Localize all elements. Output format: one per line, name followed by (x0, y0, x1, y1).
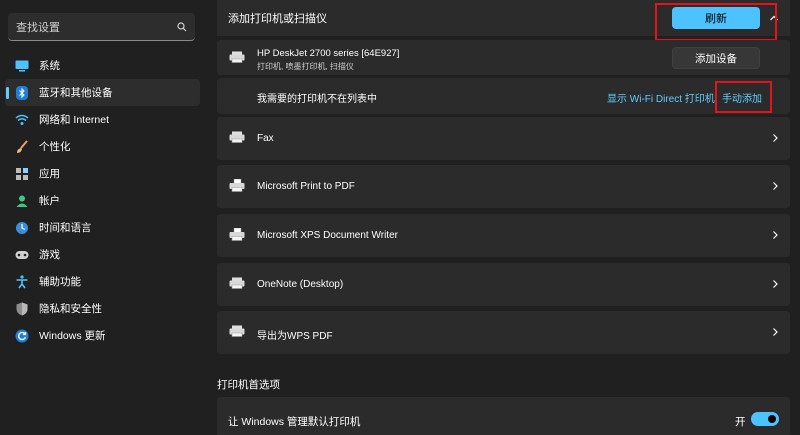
sidebar-item-label: 时间和语言 (39, 222, 92, 234)
device-name: HP DeskJet 2700 series [64E927] (257, 48, 400, 59)
globe-clock-icon (15, 221, 29, 235)
shield-icon (15, 302, 29, 316)
accessibility-icon (15, 274, 29, 289)
chevron-right-icon (769, 278, 781, 293)
sidebar-item-gaming[interactable]: 游戏 (5, 241, 200, 268)
xps-printer-icon (229, 227, 245, 244)
printer-icon (229, 325, 245, 340)
toggle-knob (768, 415, 776, 423)
sidebar-item-accessibility[interactable]: 辅助功能 (5, 268, 200, 295)
printer-row-fax[interactable]: Fax (217, 117, 790, 160)
add-printer-title: 添加打印机或扫描仪 (228, 13, 327, 25)
printer-name: Fax (257, 133, 274, 144)
printer-name: OneNote (Desktop) (257, 279, 344, 290)
device-type: 打印机, 喷墨打印机, 扫描仪 (257, 62, 354, 71)
sidebar-item-label: 个性化 (39, 141, 71, 153)
sidebar-item-system[interactable]: 系统 (5, 52, 200, 79)
sidebar-item-windows-update[interactable]: Windows 更新 (5, 322, 200, 349)
chevron-right-icon (769, 326, 781, 341)
sidebar-item-label: 游戏 (39, 249, 60, 261)
sidebar-item-privacy[interactable]: 隐私和安全性 (5, 295, 200, 322)
chevron-right-icon (769, 180, 781, 195)
printer-row-ms-print-to-pdf[interactable]: Microsoft Print to PDF (217, 165, 790, 208)
sidebar-item-label: 系统 (39, 60, 60, 72)
account-icon (15, 194, 29, 208)
search-input[interactable]: 查找设置 (16, 19, 177, 35)
sidebar-item-network[interactable]: 网络和 Internet (5, 106, 200, 133)
update-icon (15, 329, 29, 343)
sidebar-item-time-language[interactable]: 时间和语言 (5, 214, 200, 241)
search-box[interactable]: 查找设置 (8, 13, 195, 41)
printer-icon (229, 277, 245, 292)
printer-row-xps-writer[interactable]: Microsoft XPS Document Writer (217, 214, 790, 257)
wifi-icon (15, 113, 29, 127)
brush-icon (15, 139, 29, 154)
missing-printer-text: 我需要的打印机不在列表中 (257, 94, 377, 105)
toggle-state-label: 开 (735, 416, 746, 428)
pdf-printer-icon (229, 178, 245, 195)
found-device-row: HP DeskJet 2700 series [64E927] 打印机, 喷墨打… (217, 40, 790, 75)
sidebar-item-apps[interactable]: 应用 (5, 160, 200, 187)
sidebar-item-label: 帐户 (39, 195, 60, 207)
highlight-box-refresh (655, 3, 777, 41)
chevron-right-icon (769, 132, 781, 147)
default-printer-label: 让 Windows 管理默认打印机 (228, 416, 361, 428)
missing-printer-row: 我需要的打印机不在列表中 显示 Wi-Fi Direct 打印机 手动添加 (217, 78, 790, 114)
highlight-box-manual-add (715, 81, 772, 113)
sidebar-item-label: Windows 更新 (39, 330, 106, 342)
printer-preferences-heading: 打印机首选项 (217, 379, 280, 391)
sidebar-item-personalization[interactable]: 个性化 (5, 133, 200, 160)
wifi-direct-link[interactable]: 显示 Wi-Fi Direct 打印机 (607, 90, 715, 105)
search-icon[interactable] (177, 21, 187, 32)
printer-name: 导出为WPS PDF (257, 331, 333, 342)
sidebar-nav: 系统 蓝牙和其他设备 网络和 Internet 个性化 应用 帐户 时间和语言 … (5, 52, 200, 349)
sidebar-item-label: 应用 (39, 168, 60, 180)
default-printer-toggle[interactable] (751, 412, 779, 426)
sidebar-item-label: 网络和 Internet (39, 114, 110, 126)
chevron-right-icon (769, 229, 781, 244)
sidebar-item-accounts[interactable]: 帐户 (5, 187, 200, 214)
sidebar: 查找设置 系统 蓝牙和其他设备 网络和 Internet 个性化 应用 帐户 时… (0, 0, 205, 435)
add-device-button[interactable]: 添加设备 (672, 47, 760, 69)
sidebar-item-bluetooth[interactable]: 蓝牙和其他设备 (5, 79, 200, 106)
monitor-icon (15, 59, 29, 73)
printer-name: Microsoft XPS Document Writer (257, 230, 398, 241)
sidebar-item-label: 辅助功能 (39, 276, 81, 288)
sidebar-item-label: 隐私和安全性 (39, 303, 102, 315)
printer-row-onenote[interactable]: OneNote (Desktop) (217, 263, 790, 306)
printer-name: Microsoft Print to PDF (257, 181, 355, 192)
sidebar-item-label: 蓝牙和其他设备 (39, 87, 113, 99)
printer-icon (229, 51, 245, 66)
bluetooth-icon (15, 85, 29, 100)
printer-row-wps-pdf[interactable]: 导出为WPS PDF (217, 311, 790, 354)
apps-icon (15, 167, 29, 181)
printer-icon (229, 131, 245, 146)
gamepad-icon (15, 248, 29, 262)
default-printer-setting-row: 让 Windows 管理默认打印机 开 (217, 397, 790, 435)
